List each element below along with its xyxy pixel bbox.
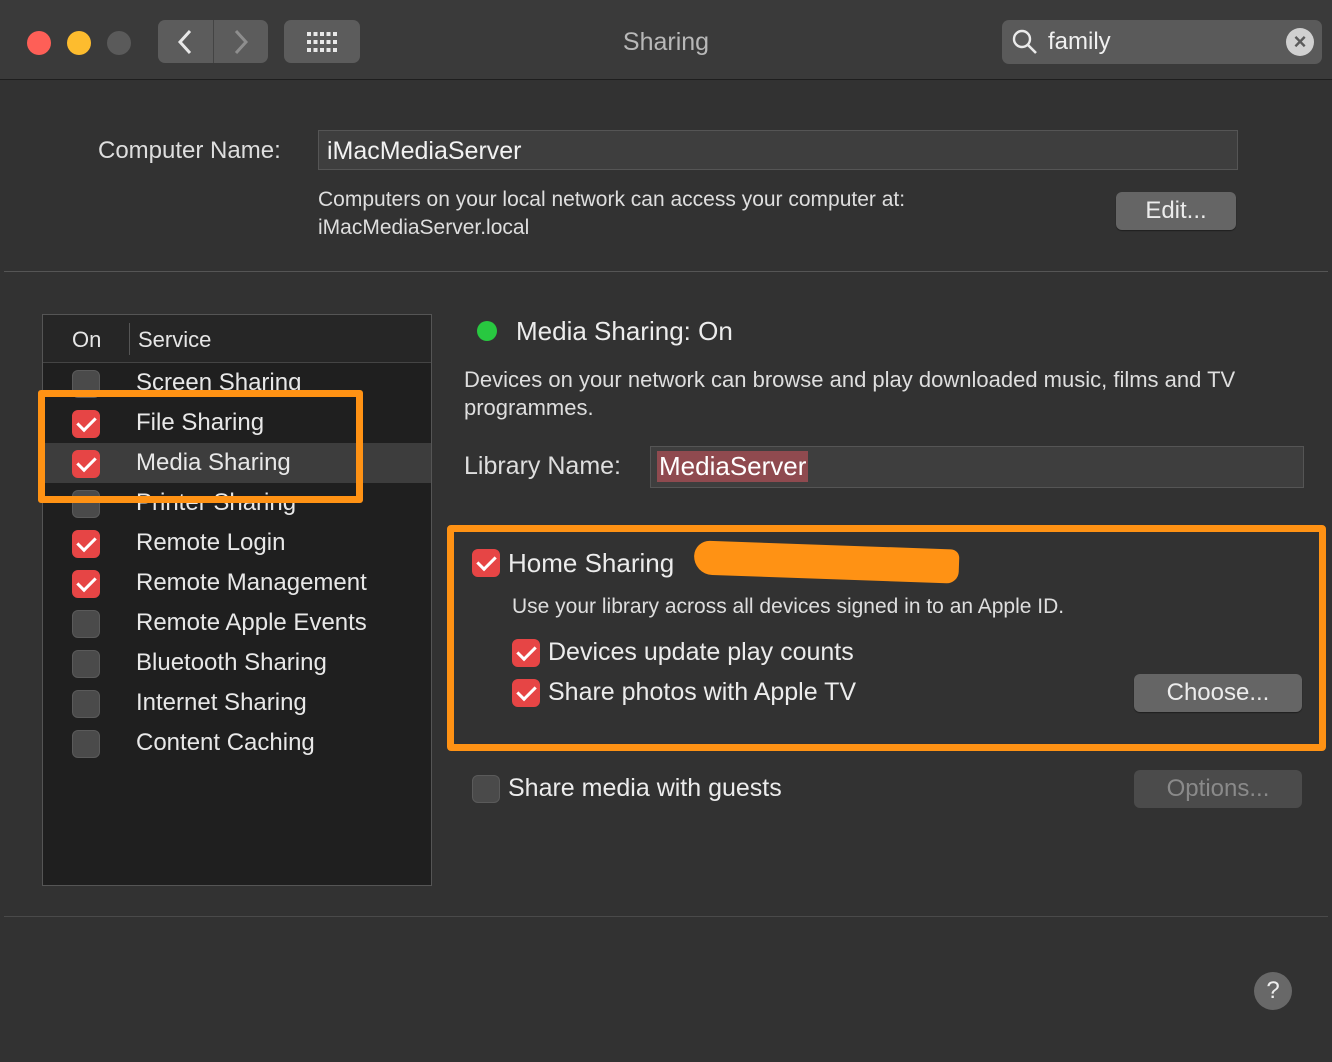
service-label: Remote Apple Events (136, 609, 367, 636)
share-photos-checkbox[interactable] (512, 679, 540, 707)
computer-name-value: iMacMediaServer (327, 137, 522, 165)
service-row-media-sharing[interactable]: Media Sharing (43, 443, 431, 483)
share-photos-label: Share photos with Apple TV (548, 678, 857, 706)
service-row-content-caching[interactable]: Content Caching (43, 723, 431, 763)
service-row-remote-apple-events[interactable]: Remote Apple Events (43, 603, 431, 643)
service-checkbox[interactable] (72, 370, 100, 398)
service-label: Remote Management (136, 569, 367, 596)
media-sharing-description: Devices on your network can browse and p… (464, 367, 1236, 420)
service-row-printer-sharing[interactable]: Printer Sharing (43, 483, 431, 523)
library-name-label: Library Name: (464, 452, 621, 480)
column-separator (129, 323, 130, 355)
service-checkbox[interactable] (72, 410, 100, 438)
service-checkbox[interactable] (72, 490, 100, 518)
service-label: Screen Sharing (136, 369, 302, 396)
service-label: Content Caching (136, 729, 315, 756)
service-row-screen-sharing[interactable]: Screen Sharing (43, 363, 431, 403)
choose-button[interactable]: Choose... (1134, 674, 1302, 712)
service-row-remote-login[interactable]: Remote Login (43, 523, 431, 563)
redaction-mark (693, 540, 960, 584)
computer-name-section (4, 80, 1328, 272)
service-label: Printer Sharing (136, 489, 297, 516)
status-indicator (477, 321, 497, 341)
service-label: Internet Sharing (136, 689, 307, 716)
search-icon (1012, 29, 1037, 54)
service-checkbox[interactable] (72, 730, 100, 758)
service-row-remote-management[interactable]: Remote Management (43, 563, 431, 603)
share-with-guests-label: Share media with guests (508, 774, 782, 802)
bottom-divider (4, 916, 1328, 917)
search-field[interactable]: family × (1002, 20, 1322, 64)
help-button[interactable]: ? (1254, 972, 1292, 1010)
service-row-bluetooth-sharing[interactable]: Bluetooth Sharing (43, 643, 431, 683)
service-label: Media Sharing (136, 449, 291, 476)
options-button[interactable]: Options... (1134, 770, 1302, 808)
service-label: Bluetooth Sharing (136, 649, 327, 676)
update-play-counts-label: Devices update play counts (548, 638, 854, 666)
home-sharing-description: Use your library across all devices sign… (512, 595, 1065, 618)
service-row-internet-sharing[interactable]: Internet Sharing (43, 683, 431, 723)
update-play-counts-checkbox[interactable] (512, 639, 540, 667)
service-list-header: On Service (43, 315, 431, 363)
service-list: On Service Screen Sharing File Sharing M… (42, 314, 432, 886)
library-name-value: MediaServer (657, 451, 809, 482)
computer-name-label: Computer Name: (98, 137, 281, 164)
local-hostname: iMacMediaServer.local (318, 216, 530, 239)
question-mark-icon: ? (1266, 977, 1280, 1004)
service-checkbox[interactable] (72, 690, 100, 718)
service-label: File Sharing (136, 409, 265, 436)
address-description: Computers on your local network can acce… (318, 188, 906, 211)
service-checkbox[interactable] (72, 650, 100, 678)
column-header-on[interactable]: On (72, 327, 101, 353)
library-name-field[interactable]: MediaServer (650, 446, 1304, 488)
computer-name-field[interactable]: iMacMediaServer (318, 130, 1238, 170)
media-sharing-status: Media Sharing: On (516, 316, 733, 346)
service-checkbox[interactable] (72, 610, 100, 638)
computer-address-text: Computers on your local network can acce… (318, 186, 905, 242)
home-sharing-label: Home Sharing (508, 548, 675, 578)
column-header-service[interactable]: Service (138, 327, 211, 353)
title-bar: Sharing family × (0, 0, 1332, 80)
service-row-file-sharing[interactable]: File Sharing (43, 403, 431, 443)
home-sharing-checkbox[interactable] (472, 549, 500, 577)
service-checkbox[interactable] (72, 530, 100, 558)
service-checkbox[interactable] (72, 570, 100, 598)
search-input[interactable]: family (1048, 28, 1111, 56)
service-checkbox[interactable] (72, 450, 100, 478)
service-label: Remote Login (136, 529, 286, 556)
share-with-guests-checkbox[interactable] (472, 775, 500, 803)
clear-search-icon[interactable]: × (1286, 28, 1314, 56)
edit-button[interactable]: Edit... (1116, 192, 1236, 230)
